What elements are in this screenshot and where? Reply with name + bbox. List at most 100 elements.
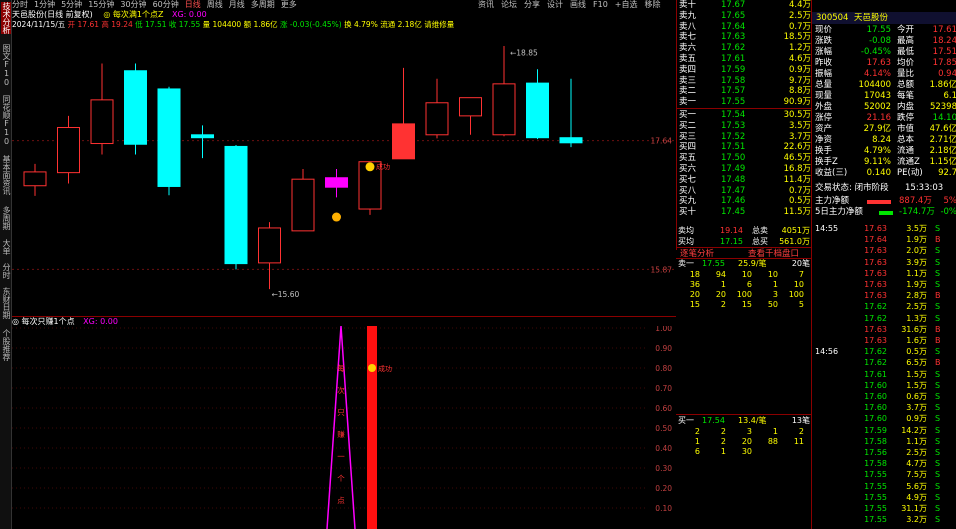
stat-value: 1.15亿 bbox=[929, 157, 956, 167]
left-tab-1[interactable]: 图文F10 bbox=[1, 44, 11, 87]
menu-2[interactable]: 分享 bbox=[524, 0, 540, 9]
tick-volume: 3.9万 bbox=[906, 257, 927, 267]
left-tab-7[interactable]: 东财日期 bbox=[1, 287, 11, 319]
legend-high: 高 19.24 bbox=[101, 20, 133, 29]
stat-label: 总本 bbox=[897, 135, 915, 145]
menu-0[interactable]: 资讯 bbox=[478, 0, 494, 9]
success-signal-icon bbox=[365, 162, 375, 172]
period-10[interactable]: 更多 bbox=[281, 0, 297, 9]
queue-cell: 6 bbox=[746, 280, 752, 289]
menu-6[interactable]: +自选 bbox=[615, 0, 638, 9]
signal-text-char: 只 bbox=[337, 408, 345, 417]
sub-axis-label: 0.40 bbox=[655, 444, 672, 453]
menu-3[interactable]: 设计 bbox=[547, 0, 563, 9]
buy-queue: 买一 17.54 13.4/笔 13笔 2 2 3 1 2 1 2 20 88 11 6 1 30 bbox=[676, 414, 811, 464]
period-0[interactable]: 分时 bbox=[12, 0, 28, 9]
period-2[interactable]: 5分钟 bbox=[61, 0, 82, 9]
menu-5[interactable]: F10 bbox=[593, 0, 608, 9]
tick-row: 17.62 2.5万 S bbox=[815, 302, 956, 313]
menu-7[interactable]: 移除 bbox=[644, 0, 660, 9]
candle-body bbox=[224, 145, 248, 265]
tick-direction: S bbox=[935, 414, 941, 424]
price-axis-label: 15.87 bbox=[651, 265, 673, 274]
left-tab-6[interactable]: 分时 bbox=[1, 263, 11, 279]
indicator-chart[interactable]: 1.00 0.90 0.80 0.70 0.60 0.50 0.40 0.30 0.20 0.10… bbox=[12, 326, 676, 529]
left-tab-3[interactable]: 基本面资讯 bbox=[1, 155, 11, 195]
tick-volume: 5.6万 bbox=[906, 481, 927, 491]
sell-level-label: 卖四 bbox=[679, 64, 697, 75]
menu-1[interactable]: 论坛 bbox=[501, 0, 517, 9]
queue-cell: 1 bbox=[694, 437, 700, 446]
period-6[interactable]: 日线 bbox=[185, 0, 201, 9]
buy-volume: 0.5万 bbox=[788, 196, 811, 207]
sell-level-label: 卖五 bbox=[679, 54, 697, 64]
stock-header: 300504 天邑股份 bbox=[812, 12, 956, 24]
period-5[interactable]: 60分钟 bbox=[153, 0, 179, 9]
tick-row: 17.63 2.0万 S bbox=[815, 246, 956, 257]
queue-cell: 15 bbox=[741, 300, 752, 309]
buy-price: 17.48 bbox=[721, 174, 746, 185]
stat-row: 净资 8.24 总本 2.71亿 bbox=[815, 135, 956, 146]
sell-row: 卖七 17.63 18.5万 bbox=[679, 32, 811, 43]
candle-body bbox=[425, 102, 449, 136]
period-1[interactable]: 1分钟 bbox=[34, 0, 55, 9]
buy-volume: 11.5万 bbox=[783, 207, 811, 218]
stat-value: 9.11% bbox=[863, 157, 891, 167]
period-9[interactable]: 多周期 bbox=[251, 0, 275, 9]
stat-value: 17.55 bbox=[866, 25, 891, 35]
tick-price: 17.55 bbox=[864, 492, 887, 502]
tick-direction: S bbox=[935, 224, 941, 233]
tick-direction: B bbox=[935, 358, 941, 368]
sub-indicator-name[interactable]: ◎ 每次只赚1个点 bbox=[12, 317, 75, 326]
tick-row: 17.62 1.3万 S bbox=[815, 314, 956, 325]
buy-price: 17.52 bbox=[721, 131, 746, 142]
left-tab-8[interactable]: 个股推荐 bbox=[1, 329, 11, 361]
stat-label: 振幅 bbox=[815, 69, 833, 79]
price-axis-label: 17.64 bbox=[651, 137, 673, 146]
tick-price: 17.62 bbox=[864, 302, 887, 312]
sell-queue-row: 15 2 15 50 5 bbox=[678, 300, 810, 310]
tick-row: 17.63 1.9万 S bbox=[815, 280, 956, 291]
stat-value: -0.45% bbox=[860, 47, 891, 57]
sell-volume: 9.7万 bbox=[788, 75, 811, 86]
queue-cell: 1 bbox=[772, 427, 778, 436]
period-4[interactable]: 30分钟 bbox=[120, 0, 146, 9]
sell-level-label: 卖九 bbox=[679, 10, 697, 21]
stat-value: 104400 bbox=[858, 80, 891, 90]
queue-cell: 2 bbox=[798, 427, 804, 436]
stat-value: 2.71亿 bbox=[929, 135, 956, 145]
sub-axis-label: 0.80 bbox=[655, 364, 672, 373]
buy-level-label: 买九 bbox=[679, 196, 697, 207]
candlestick-chart[interactable]: 17.64 15.87 ←18.85 ←15.60 成功 bbox=[12, 30, 676, 316]
stat-row: 涨跌 -0.08 最高 18.24 bbox=[815, 36, 956, 47]
left-tab-2[interactable]: 同花顺F10 bbox=[1, 95, 11, 146]
tick-direction: S bbox=[935, 515, 941, 525]
left-tab-5[interactable]: 大单 bbox=[1, 239, 11, 255]
sell-row: 卖八 17.64 0.7万 bbox=[679, 22, 811, 33]
period-8[interactable]: 月线 bbox=[229, 0, 245, 9]
sell-volume: 0.7万 bbox=[788, 21, 811, 32]
buy-price: 17.45 bbox=[721, 207, 746, 218]
period-3[interactable]: 15分钟 bbox=[88, 0, 114, 9]
period-7[interactable]: 周线 bbox=[207, 0, 223, 9]
indicator-value: XG: 0.00 bbox=[171, 10, 207, 19]
indicator-name[interactable]: ◎ 每次满1个点Z bbox=[103, 10, 163, 19]
sell-level-label: 卖七 bbox=[679, 32, 697, 43]
sub-axis-label: 0.60 bbox=[655, 404, 672, 413]
buy-row: 买五 17.50 46.5万 bbox=[679, 153, 811, 164]
sell-level-label: 卖八 bbox=[679, 21, 697, 32]
menu-4[interactable]: 画线 bbox=[570, 0, 586, 9]
stat-value: 4.79% bbox=[863, 146, 891, 156]
stat-value: 92.7 bbox=[938, 168, 956, 178]
tick-volume: 1.9万 bbox=[906, 235, 927, 245]
main-flow-value: 887.4万 bbox=[899, 196, 932, 206]
left-tab-0[interactable]: 技术分析 bbox=[1, 2, 11, 34]
buy-row: 买十 17.45 11.5万 bbox=[679, 207, 811, 218]
queue-cell: 11 bbox=[793, 437, 804, 446]
stat-value: 52002 bbox=[863, 102, 891, 112]
buy-row: 买一 17.54 30.5万 bbox=[679, 110, 811, 121]
queue-cell: 6 bbox=[694, 447, 700, 456]
candle-body bbox=[526, 82, 549, 139]
left-tab-4[interactable]: 多周期 bbox=[1, 206, 11, 230]
legend-volume: 量 104400 bbox=[202, 20, 242, 29]
